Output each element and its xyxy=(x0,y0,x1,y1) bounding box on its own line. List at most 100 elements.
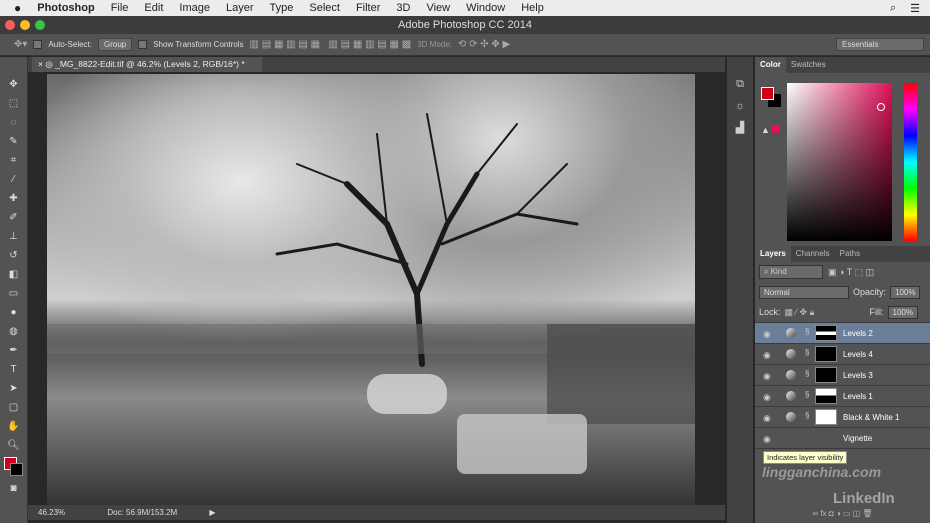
status-arrow-icon[interactable]: ▶ xyxy=(209,508,215,517)
close-button[interactable] xyxy=(5,20,15,30)
gradient-tool-icon[interactable]: ▭ xyxy=(0,284,27,303)
link-icon: § xyxy=(805,327,810,336)
tab-paths[interactable]: Paths xyxy=(835,246,865,262)
menu-layer[interactable]: Layer xyxy=(226,2,254,14)
move-tool-icon[interactable]: ✥ xyxy=(0,75,27,94)
document-tab-label: _MG_8822-Edit.tif @ 46.2% (Levels 2, RGB… xyxy=(55,59,245,69)
align-icons[interactable]: ▥ ▤ ▦ ▥ ▤ ▦ ▥ ▤ ▦ ▥ ▤ ▦ ▩ xyxy=(249,39,411,50)
zoom-tool-icon[interactable]: 🔍︎ xyxy=(0,436,27,455)
layer-name: Vignette xyxy=(843,434,873,443)
layer-row[interactable]: ◉ § Levels 4 xyxy=(755,344,930,365)
workspace-select[interactable]: Essentials xyxy=(836,38,924,51)
layer-row[interactable]: ◉ § Levels 3 xyxy=(755,365,930,386)
menu-filter[interactable]: Filter xyxy=(356,2,380,14)
filter-kind-select[interactable]: ⌕ Kind xyxy=(759,265,823,279)
tab-layers[interactable]: Layers xyxy=(755,246,791,262)
layer-mask[interactable] xyxy=(815,367,837,383)
shape-tool-icon[interactable]: ▢ xyxy=(0,398,27,417)
healing-tool-icon[interactable]: ✚ xyxy=(0,189,27,208)
eye-icon[interactable]: ◉ xyxy=(763,434,771,445)
warning-icon[interactable]: ▲ xyxy=(761,125,780,135)
dodge-tool-icon[interactable]: ◍ xyxy=(0,322,27,341)
adjustment-icon xyxy=(786,412,796,422)
window-title: Adobe Photoshop CC 2014 xyxy=(398,19,532,31)
layer-mask[interactable] xyxy=(815,346,837,362)
quick-mask-icon[interactable]: ◙ xyxy=(0,479,27,498)
eye-icon[interactable]: ◉ xyxy=(763,392,771,403)
crop-tool-icon[interactable]: ⌗ xyxy=(0,151,27,170)
document-image[interactable] xyxy=(47,74,695,506)
tab-channels[interactable]: Channels xyxy=(791,246,835,262)
document-tab[interactable]: × ◎ _MG_8822-Edit.tif @ 46.2% (Levels 2,… xyxy=(32,57,262,72)
eye-icon[interactable]: ◉ xyxy=(763,371,771,382)
group-select[interactable]: Group xyxy=(97,38,133,51)
menu-view[interactable]: View xyxy=(426,2,450,14)
quick-select-tool-icon[interactable]: ✎ xyxy=(0,132,27,151)
layer-mask[interactable] xyxy=(815,409,837,425)
layer-mask[interactable] xyxy=(815,325,837,341)
filter-kind-label: Kind xyxy=(770,267,787,276)
color-picker-circle[interactable] xyxy=(877,103,885,111)
minimize-button[interactable] xyxy=(20,20,30,30)
brush-tool-icon[interactable]: ✐ xyxy=(0,208,27,227)
layer-row[interactable]: ◉ § Levels 1 xyxy=(755,386,930,407)
zoom-level[interactable]: 46.23% xyxy=(38,508,65,517)
apple-icon[interactable]: ● xyxy=(14,1,21,15)
stamp-tool-icon[interactable]: ⊥ xyxy=(0,227,27,246)
menu-3d[interactable]: 3D xyxy=(396,2,410,14)
filter-icons[interactable]: ▣ ◑ T ⬚ ◫ xyxy=(828,267,874,278)
adjustments-icon[interactable]: ☼ xyxy=(727,95,753,117)
auto-select-checkbox[interactable] xyxy=(33,40,43,49)
layer-row[interactable]: ◉ § Black & White 1 xyxy=(755,407,930,428)
lasso-tool-icon[interactable]: ◌ xyxy=(0,113,27,132)
transform-checkbox[interactable] xyxy=(138,40,148,49)
type-tool-icon[interactable]: T xyxy=(0,360,27,379)
tab-swatches[interactable]: Swatches xyxy=(786,57,831,73)
menu-select[interactable]: Select xyxy=(309,2,340,14)
watermark-linkedin: LinkedIn xyxy=(833,490,895,507)
history-brush-icon[interactable]: ↺ xyxy=(0,246,27,265)
layer-mask[interactable] xyxy=(815,388,837,404)
hue-slider[interactable] xyxy=(904,83,917,241)
hand-tool-icon[interactable]: ✋ xyxy=(0,417,27,436)
histogram-icon[interactable]: ▟ xyxy=(727,117,753,139)
list-icon[interactable]: ☰ xyxy=(910,2,920,15)
menu-help[interactable]: Help xyxy=(521,2,544,14)
3d-icons[interactable]: ⟲ ⟳ ✣ ✥ ▶ xyxy=(458,39,510,50)
marquee-tool-icon[interactable]: ⬚ xyxy=(0,94,27,113)
eraser-tool-icon[interactable]: ◧ xyxy=(0,265,27,284)
layer-row[interactable]: ◉ Vignette xyxy=(755,428,930,449)
tree-image xyxy=(47,113,695,474)
foreground-color[interactable] xyxy=(761,87,774,100)
history-icon[interactable]: ⧉ xyxy=(727,73,753,95)
eyedropper-tool-icon[interactable]: ⁄ xyxy=(0,170,27,189)
menu-window[interactable]: Window xyxy=(466,2,505,14)
color-field[interactable] xyxy=(787,83,892,241)
menu-file[interactable]: File xyxy=(111,2,129,14)
layer-name: Levels 1 xyxy=(843,392,873,401)
adjustment-icon xyxy=(786,328,796,338)
path-select-tool-icon[interactable]: ➤ xyxy=(0,379,27,398)
eye-icon[interactable]: ◉ xyxy=(763,413,771,424)
eye-icon[interactable]: ◉ xyxy=(763,329,771,340)
menu-edit[interactable]: Edit xyxy=(144,2,163,14)
menu-type[interactable]: Type xyxy=(270,2,294,14)
layer-row[interactable]: ◉ § Levels 2 xyxy=(755,323,930,344)
menu-image[interactable]: Image xyxy=(179,2,210,14)
watermark-site: lingganchina.com xyxy=(762,464,882,480)
footer-icons[interactable]: ∞ fx ◘ ◑ ▭ ◫ 🗑︎ xyxy=(812,509,872,518)
search-icon[interactable]: ⌕ xyxy=(890,2,896,15)
tab-color[interactable]: Color xyxy=(755,57,786,73)
eye-icon[interactable]: ◉ xyxy=(763,350,771,361)
blur-tool-icon[interactable]: ● xyxy=(0,303,27,322)
menu-app[interactable]: Photoshop xyxy=(37,2,94,14)
blend-mode-select[interactable]: Normal xyxy=(759,285,849,299)
zoom-button[interactable] xyxy=(35,20,45,30)
opacity-input[interactable]: 100% xyxy=(890,285,921,299)
move-tool-icon[interactable]: ✥▾ xyxy=(14,39,27,50)
link-icon: § xyxy=(805,411,810,420)
lock-icons[interactable]: ▦ ⁄ ✥ 🔒︎ xyxy=(785,307,815,318)
fill-input[interactable]: 100% xyxy=(887,305,918,319)
foreground-color-swatch[interactable] xyxy=(0,455,27,479)
pen-tool-icon[interactable]: ✒ xyxy=(0,341,27,360)
